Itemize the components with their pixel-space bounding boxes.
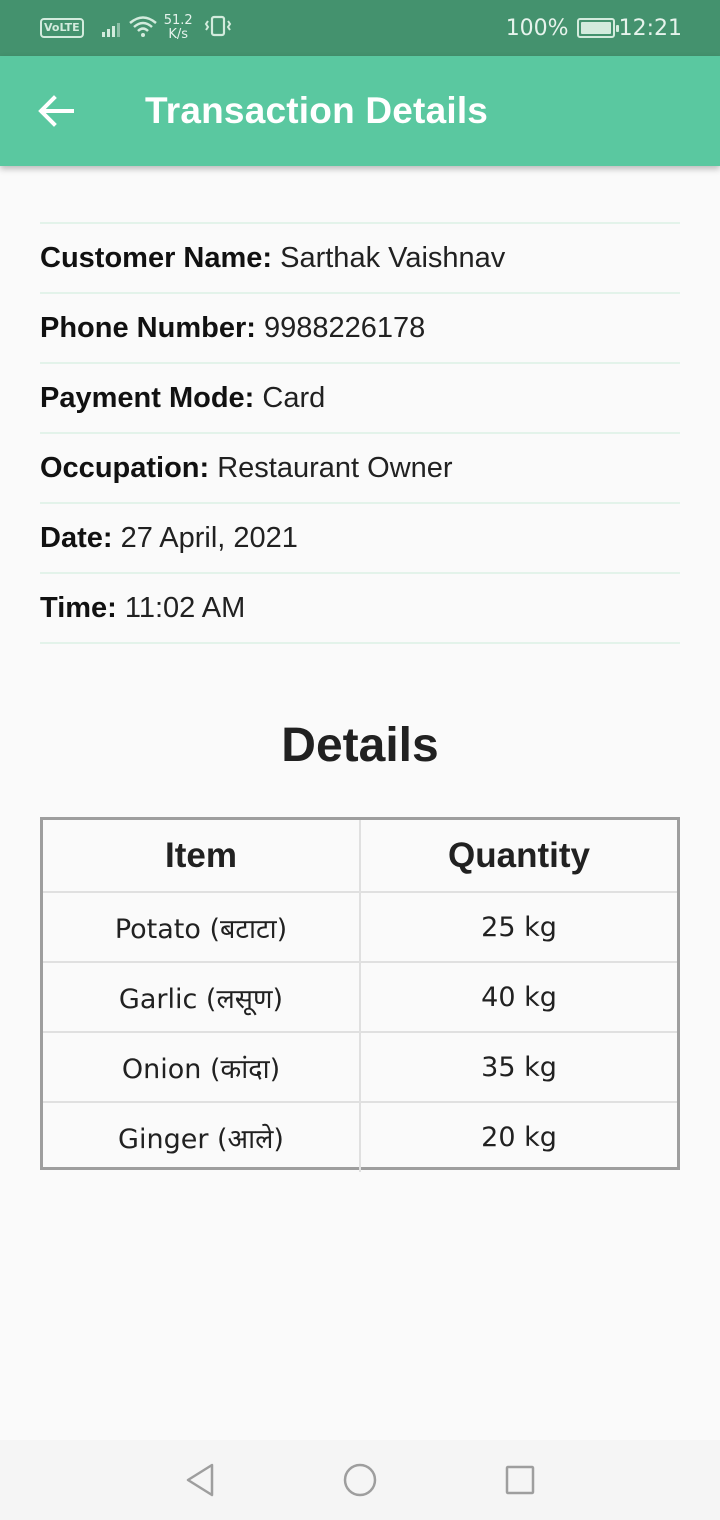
customer-name-value: Sarthak Vaishnav <box>280 241 506 274</box>
payment-mode-row: Payment Mode: Card <box>40 364 680 434</box>
phone-number-value: 9988226178 <box>263 311 426 344</box>
status-bar: VoLTE 51.2 K/s 100% 12:21 <box>0 0 720 56</box>
time-label: Time: <box>40 591 117 624</box>
time-value: 11:02 AM <box>124 591 246 624</box>
phone-number-label: Phone Number: <box>40 311 256 344</box>
item-cell: Potato (बटाटा) <box>43 891 361 963</box>
table-row: Garlic (लसूण) 40 kg <box>43 961 677 1033</box>
arrow-left-icon <box>38 95 74 127</box>
phone-number-row: Phone Number: 9988226178 <box>40 294 680 364</box>
quantity-cell: 35 kg <box>359 1031 677 1103</box>
customer-name-row: Customer Name: Sarthak Vaishnav <box>40 224 680 294</box>
square-recents-icon <box>505 1465 535 1495</box>
table-row: Potato (बटाटा) 25 kg <box>43 891 677 963</box>
payment-mode-label: Payment Mode: <box>40 381 255 414</box>
time-row: Time: 11:02 AM <box>40 574 680 644</box>
status-left: VoLTE 51.2 K/s <box>40 14 233 43</box>
back-button[interactable] <box>0 56 112 166</box>
table-header-row: Item Quantity <box>43 820 677 893</box>
nav-back-button[interactable] <box>120 1440 280 1520</box>
transaction-info-list: Customer Name: Sarthak Vaishnav Phone Nu… <box>40 222 680 644</box>
network-speed: 51.2 K/s <box>164 14 193 42</box>
clock: 12:21 <box>618 15 682 41</box>
circle-home-icon <box>343 1463 377 1497</box>
payment-mode-value: Card <box>262 381 326 414</box>
volte-badge: VoLTE <box>40 18 84 38</box>
quantity-cell: 25 kg <box>359 891 677 963</box>
item-cell: Ginger (आले) <box>43 1101 361 1172</box>
triangle-back-icon <box>186 1463 214 1497</box>
quantity-cell: 20 kg <box>359 1101 677 1172</box>
occupation-value: Restaurant Owner <box>217 451 453 484</box>
occupation-row: Occupation: Restaurant Owner <box>40 434 680 504</box>
app-bar: Transaction Details <box>0 56 720 166</box>
details-table: Item Quantity Potato (बटाटा) 25 kg Garli… <box>40 817 680 1172</box>
status-right: 100% 12:21 <box>506 16 682 41</box>
date-value: 27 April, 2021 <box>120 521 298 554</box>
date-label: Date: <box>40 521 113 554</box>
battery-percent: 100% <box>505 15 569 41</box>
speed-unit: K/s <box>168 27 188 42</box>
page-title: Transaction Details <box>145 90 489 131</box>
signal-icon <box>101 19 122 37</box>
table-row: Ginger (आले) 20 kg <box>43 1101 677 1172</box>
speed-value: 51.2 <box>163 13 193 28</box>
column-header-quantity: Quantity <box>359 820 677 893</box>
battery-icon <box>576 18 619 38</box>
item-cell: Garlic (लसूण) <box>43 961 361 1033</box>
vibrate-icon <box>203 14 233 43</box>
system-nav-bar <box>0 1440 720 1520</box>
item-cell: Onion (कांदा) <box>43 1031 361 1103</box>
customer-name-label: Customer Name: <box>40 241 273 274</box>
quantity-cell: 40 kg <box>359 961 677 1033</box>
table-row: Onion (कांदा) 35 kg <box>43 1031 677 1103</box>
column-header-item: Item <box>43 820 361 893</box>
date-row: Date: 27 April, 2021 <box>40 504 680 574</box>
occupation-label: Occupation: <box>40 451 210 484</box>
nav-recents-button[interactable] <box>440 1440 600 1520</box>
details-heading: Details <box>281 719 439 772</box>
nav-home-button[interactable] <box>280 1440 440 1520</box>
wifi-icon <box>128 14 158 43</box>
